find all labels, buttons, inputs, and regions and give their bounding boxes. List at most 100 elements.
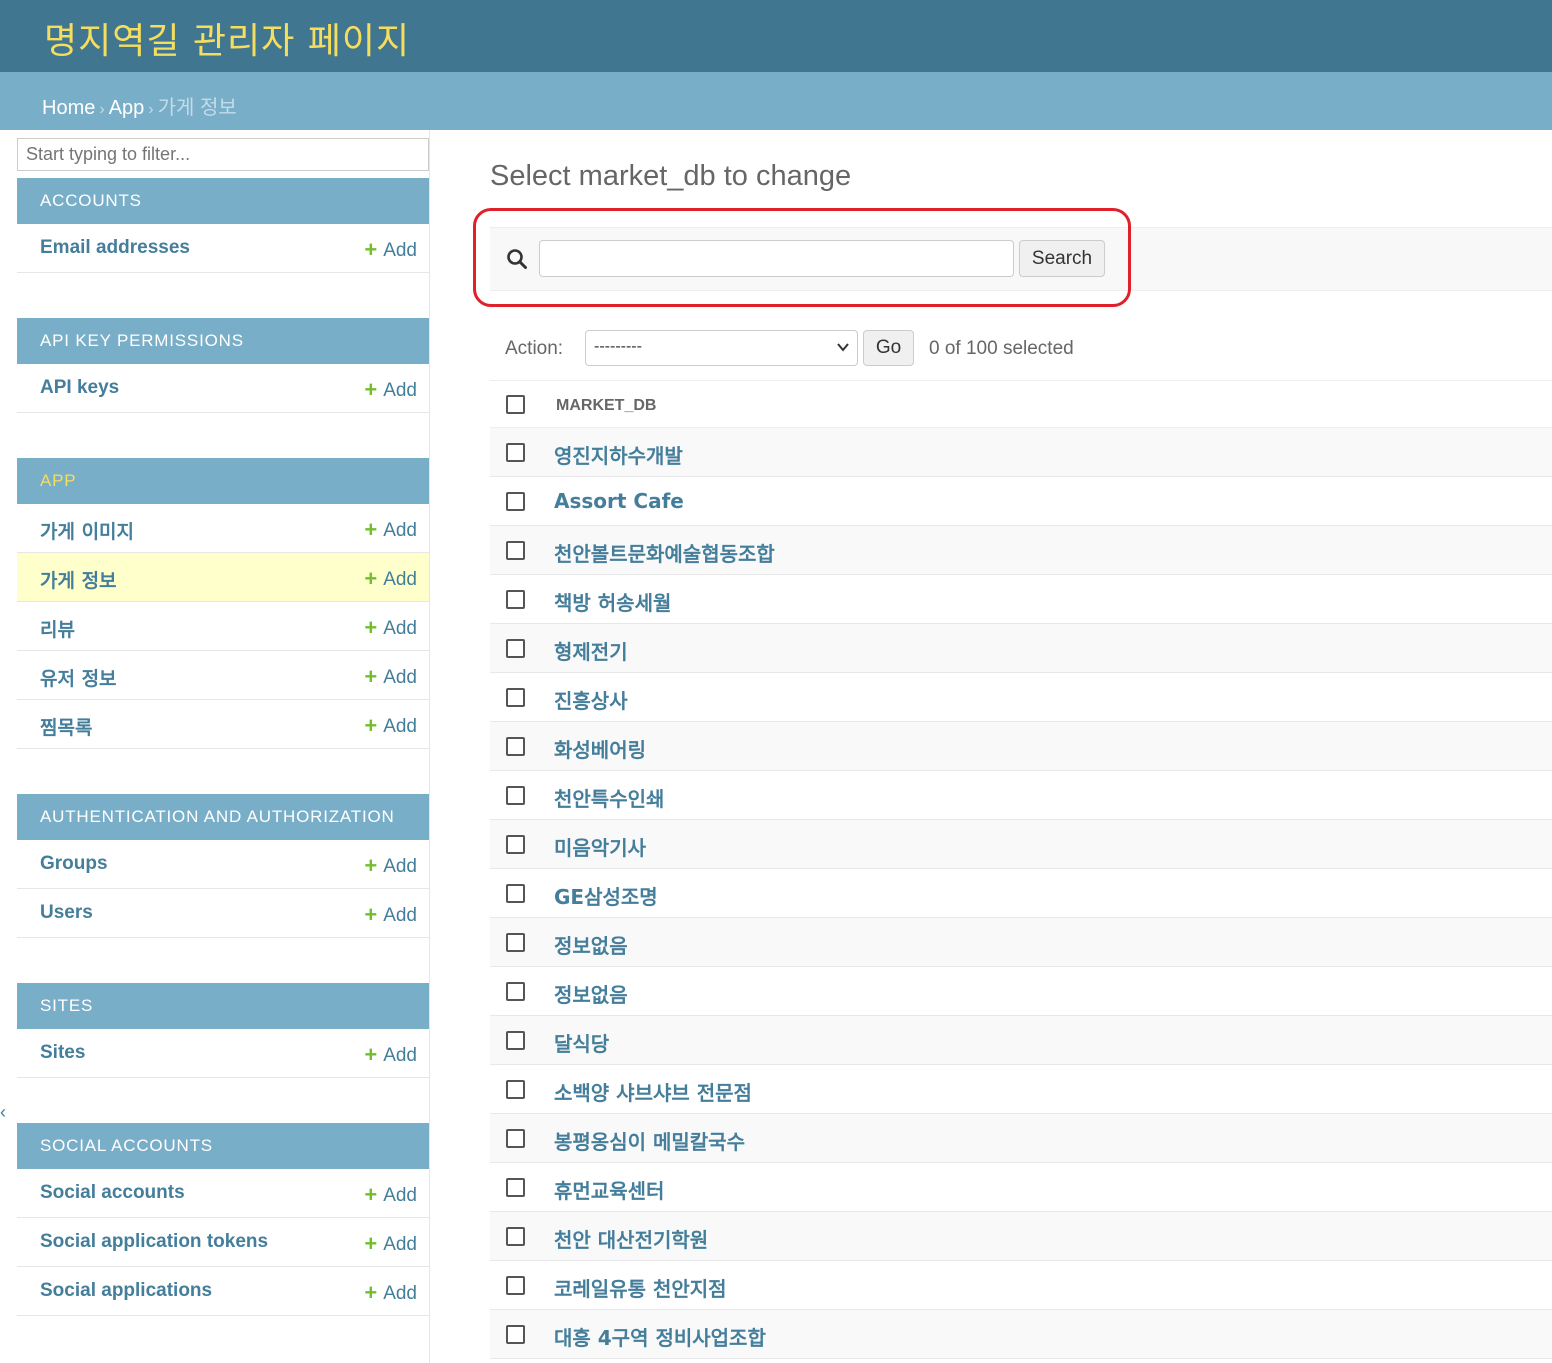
add-button[interactable]: + Add	[364, 901, 417, 927]
row-checkbox[interactable]	[506, 1325, 525, 1344]
add-button[interactable]: + Add	[364, 614, 417, 640]
row-checkbox[interactable]	[506, 1178, 525, 1197]
model-link[interactable]: Sites	[40, 1042, 85, 1064]
go-button[interactable]: Go	[863, 330, 914, 366]
add-button[interactable]: + Add	[364, 516, 417, 542]
row-link[interactable]: 책방 허송세월	[554, 587, 671, 616]
module-app: APP 가게 이미지 + Add 가게 정보 + Add 리뷰 + Add 유저 정보…	[17, 458, 429, 749]
row-link[interactable]: 코레일유통 천안지점	[554, 1273, 727, 1302]
add-button[interactable]: + Add	[364, 1279, 417, 1305]
add-button[interactable]: + Add	[364, 663, 417, 689]
model-link[interactable]: Social applications	[40, 1280, 212, 1302]
model-link[interactable]: Social accounts	[40, 1182, 185, 1204]
row-checkbox[interactable]	[506, 884, 525, 903]
breadcrumb-home-link[interactable]: Home	[42, 97, 95, 119]
model-link[interactable]: 가게 이미지	[40, 517, 134, 544]
module-api-key-permissions: API KEY PERMISSIONS API keys + Add	[17, 318, 429, 413]
table-row: 화성베어링	[490, 722, 1552, 771]
sidebar-item-social-applications[interactable]: Social applications + Add	[17, 1267, 429, 1316]
row-link[interactable]: 소백양 샤브샤브 전문점	[554, 1077, 752, 1106]
row-link[interactable]: GE삼성조명	[554, 881, 658, 910]
module-caption[interactable]: SITES	[17, 983, 429, 1029]
module-caption[interactable]: SOCIAL ACCOUNTS	[17, 1123, 429, 1169]
breadcrumb-app-link[interactable]: App	[109, 97, 145, 119]
sidebar-item-social-accounts[interactable]: Social accounts + Add	[17, 1169, 429, 1218]
row-checkbox[interactable]	[506, 1227, 525, 1246]
row-checkbox[interactable]	[506, 982, 525, 1001]
module-caption[interactable]: ACCOUNTS	[17, 178, 429, 224]
column-header-market-db[interactable]: MARKET_DB	[556, 397, 656, 415]
action-select[interactable]: ---------	[585, 330, 858, 366]
table-row: 코레일유통 천안지점	[490, 1261, 1552, 1310]
sidebar-item-social-application-tokens[interactable]: Social application tokens + Add	[17, 1218, 429, 1267]
row-link[interactable]: 정보없음	[554, 930, 628, 959]
module-caption[interactable]: AUTHENTICATION AND AUTHORIZATION	[17, 794, 429, 840]
add-button[interactable]: + Add	[364, 376, 417, 402]
action-select-value: ---------	[594, 338, 642, 355]
site-title[interactable]: 명지역길 관리자 페이지	[44, 12, 410, 64]
row-checkbox[interactable]	[506, 492, 525, 511]
model-link[interactable]: 리뷰	[40, 615, 75, 642]
row-link[interactable]: 대흥 4구역 정비사업조합	[554, 1322, 766, 1351]
add-button[interactable]: + Add	[364, 1041, 417, 1067]
table-row: 휴먼교육센터	[490, 1163, 1552, 1212]
add-button[interactable]: + Add	[364, 565, 417, 591]
row-link[interactable]: Assort Cafe	[554, 489, 684, 513]
row-checkbox[interactable]	[506, 639, 525, 658]
model-link[interactable]: Groups	[40, 853, 108, 875]
sidebar-item-user-info[interactable]: 유저 정보 + Add	[17, 651, 429, 700]
row-link[interactable]: 미음악기사	[554, 832, 646, 861]
row-checkbox[interactable]	[506, 835, 525, 854]
sidebar-item-store-images[interactable]: 가게 이미지 + Add	[17, 504, 429, 553]
sidebar-item-reviews[interactable]: 리뷰 + Add	[17, 602, 429, 651]
row-link[interactable]: 천안볼트문화예술협동조합	[554, 538, 775, 567]
sidebar-item-email-addresses[interactable]: Email addresses + Add	[17, 224, 429, 273]
module-caption[interactable]: APP	[17, 458, 429, 504]
select-all-checkbox[interactable]	[506, 395, 525, 414]
row-link[interactable]: 봉평옹심이 메밀칼국수	[554, 1126, 745, 1155]
row-checkbox[interactable]	[506, 1276, 525, 1295]
row-link[interactable]: 달식당	[554, 1028, 609, 1057]
row-link[interactable]: 진흥상사	[554, 685, 628, 714]
row-link[interactable]: 천안특수인쇄	[554, 783, 664, 812]
row-checkbox[interactable]	[506, 443, 525, 462]
row-checkbox[interactable]	[506, 1129, 525, 1148]
row-checkbox[interactable]	[506, 1080, 525, 1099]
sidebar-item-users[interactable]: Users + Add	[17, 889, 429, 938]
model-link[interactable]: 찜목록	[40, 713, 92, 740]
row-checkbox[interactable]	[506, 541, 525, 560]
sidebar-filter-input[interactable]	[17, 138, 429, 171]
row-link[interactable]: 영진지하수개발	[554, 440, 683, 469]
model-link[interactable]: Social application tokens	[40, 1231, 268, 1253]
sidebar-item-store-info[interactable]: 가게 정보 + Add	[17, 553, 429, 602]
add-button[interactable]: + Add	[364, 1181, 417, 1207]
row-link[interactable]: 휴먼교육센터	[554, 1175, 664, 1204]
row-checkbox[interactable]	[506, 737, 525, 756]
model-link[interactable]: Users	[40, 902, 93, 924]
model-link[interactable]: 가게 정보	[40, 566, 117, 593]
plus-icon: +	[364, 902, 378, 927]
row-link[interactable]: 정보없음	[554, 979, 628, 1008]
row-checkbox[interactable]	[506, 1031, 525, 1050]
sidebar-collapse-toggle[interactable]: ‹	[0, 1102, 6, 1123]
sidebar-item-api-keys[interactable]: API keys + Add	[17, 364, 429, 413]
row-link[interactable]: 천안 대산전기학원	[554, 1224, 708, 1253]
row-checkbox[interactable]	[506, 933, 525, 952]
model-link[interactable]: 유저 정보	[40, 664, 117, 691]
row-link[interactable]: 형제전기	[554, 636, 628, 665]
add-button[interactable]: + Add	[364, 1230, 417, 1256]
table-row: Assort Cafe	[490, 477, 1552, 526]
row-checkbox[interactable]	[506, 688, 525, 707]
add-button[interactable]: + Add	[364, 852, 417, 878]
sidebar-item-groups[interactable]: Groups + Add	[17, 840, 429, 889]
row-checkbox[interactable]	[506, 590, 525, 609]
row-link[interactable]: 화성베어링	[554, 734, 646, 763]
model-link[interactable]: API keys	[40, 377, 119, 399]
add-button[interactable]: + Add	[364, 712, 417, 738]
row-checkbox[interactable]	[506, 786, 525, 805]
model-link[interactable]: Email addresses	[40, 237, 190, 259]
module-caption[interactable]: API KEY PERMISSIONS	[17, 318, 429, 364]
sidebar-item-wishlist[interactable]: 찜목록 + Add	[17, 700, 429, 749]
sidebar-item-sites[interactable]: Sites + Add	[17, 1029, 429, 1078]
add-button[interactable]: + Add	[364, 236, 417, 262]
